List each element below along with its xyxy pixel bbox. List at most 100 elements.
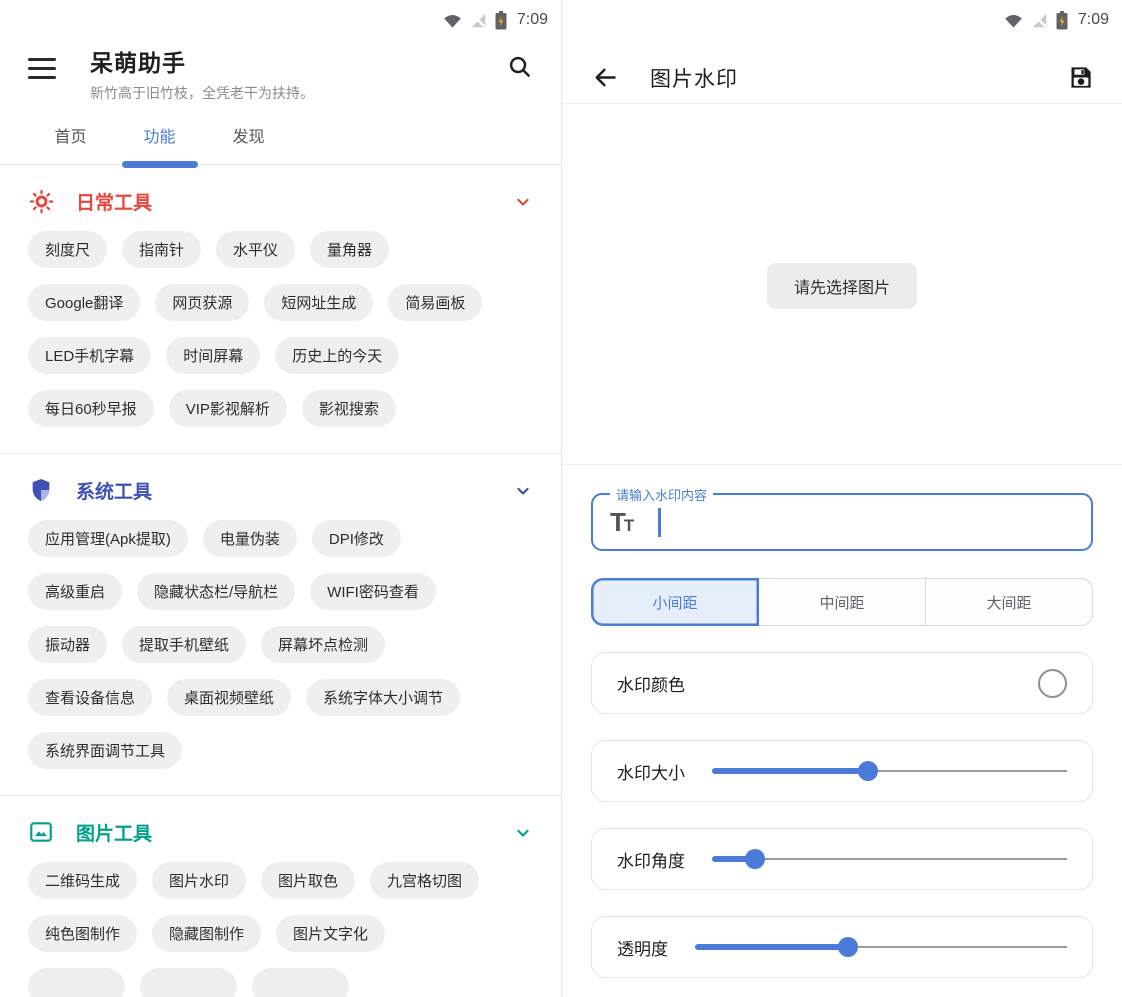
tool-chip[interactable]: 系统界面调节工具 [28,732,182,769]
spacing-option[interactable]: 中间距 [759,578,926,626]
tool-chip[interactable]: 水平仪 [216,231,295,268]
assistant-home-screen: 7:09 呆萌助手 新竹高于旧竹枝，全凭老干为扶持。 首页功能发现 日常工具刻度… [0,0,561,997]
tool-chip[interactable]: VIP影视解析 [169,390,287,427]
select-image-button[interactable]: 请先选择图片 [767,263,917,309]
section-title: 日常工具 [76,188,152,215]
tool-chip[interactable]: 简易画板 [388,284,482,321]
image-icon [28,819,55,846]
tool-chip[interactable] [252,968,349,997]
battery-charging-icon [1056,11,1068,30]
setting-label: 水印大小 [617,759,685,784]
tool-chip[interactable]: 系统字体大小调节 [306,679,460,716]
section-header: 图片工具 [28,819,533,846]
tool-chip[interactable] [140,968,237,997]
slider[interactable] [712,849,1067,869]
tool-chip[interactable]: 隐藏图制作 [152,915,261,952]
tool-chip[interactable]: 纯色图制作 [28,915,137,952]
slider-thumb[interactable] [858,761,878,781]
setting-card: 透明度 [591,916,1093,978]
tool-chip[interactable]: 电量伪装 [203,520,297,557]
section-header: 系统工具 [28,477,533,504]
app-subtitle: 新竹高于旧竹枝，全凭老干为扶持。 [90,83,507,103]
tool-chip[interactable]: 图片文字化 [276,915,385,952]
setting-card: 水印角度 [591,828,1093,890]
select-image-area: 请先选择图片 [562,263,1122,309]
tool-chip[interactable]: WIFI密码查看 [310,573,436,610]
section-divider [0,453,561,454]
slider-thumb[interactable] [838,937,858,957]
shield-icon [28,477,55,504]
tool-chip[interactable]: 量角器 [310,231,389,268]
setting-card: 水印颜色 [591,652,1093,714]
tab-bar: 首页功能发现 [0,113,561,164]
tab-item[interactable]: 首页 [26,113,115,164]
app-header: 呆萌助手 新竹高于旧竹枝，全凭老干为扶持。 [0,40,561,103]
tab-active[interactable]: 功能 [115,113,204,164]
tab-item[interactable]: 发现 [204,113,293,164]
chevron-down-icon[interactable] [513,192,533,212]
color-picker-circle[interactable] [1038,669,1067,698]
tool-chip[interactable]: 短网址生成 [264,284,373,321]
tool-chip[interactable]: 图片水印 [152,862,246,899]
tool-chip[interactable]: 桌面视频壁纸 [167,679,291,716]
wifi-icon [1004,12,1023,29]
tool-chip[interactable]: 网页获源 [155,284,249,321]
save-icon[interactable] [1067,64,1094,91]
tool-chip[interactable]: 图片取色 [261,862,355,899]
tab-divider [0,164,561,165]
section-title: 图片工具 [76,819,152,846]
slider-thumb[interactable] [745,849,765,869]
setting-label: 水印角度 [617,847,685,872]
wifi-icon [443,12,462,29]
slider-fill [695,944,848,950]
tool-chip[interactable] [28,968,125,997]
app-title: 呆萌助手 [90,44,507,78]
watermark-settings: 水印颜色水印大小水印角度透明度 [562,652,1122,978]
chip-row: 系统界面调节工具 [28,732,533,769]
tool-chip[interactable]: 指南针 [122,231,201,268]
chevron-down-icon[interactable] [513,823,533,843]
tool-chip[interactable]: 每日60秒早报 [28,390,154,427]
page-title: 图片水印 [650,63,738,93]
tool-chip[interactable]: Google翻译 [28,284,140,321]
tool-chip[interactable]: 屏幕坏点检测 [261,626,385,663]
section-header: 日常工具 [28,188,533,215]
input-floating-label: 请输入水印内容 [610,485,713,504]
tool-chip[interactable]: 提取手机壁纸 [122,626,246,663]
chip-row: 每日60秒早报 VIP影视解析影视搜索 [28,390,533,427]
spacing-option[interactable]: 大间距 [926,578,1093,626]
tool-chip[interactable]: 影视搜索 [302,390,396,427]
tool-chip[interactable]: 应用管理(Apk提取) [28,520,188,557]
chip-row: 二维码生成图片水印图片取色九宫格切图 [28,862,533,899]
slider-track[interactable] [712,858,1067,860]
tool-chip[interactable]: DPI修改 [312,520,401,557]
watermark-text-input[interactable]: 请输入水印内容 TT [591,493,1093,551]
setting-label: 水印颜色 [617,671,685,696]
chip-row: 查看设备信息桌面视频壁纸系统字体大小调节 [28,679,533,716]
tool-chip[interactable]: 隐藏状态栏/导航栏 [137,573,295,610]
tool-chip[interactable]: 高级重启 [28,573,122,610]
back-icon[interactable] [592,64,619,91]
slider[interactable] [712,761,1067,781]
menu-icon[interactable] [28,58,56,79]
tool-chip[interactable]: 二维码生成 [28,862,137,899]
setting-card: 水印大小 [591,740,1093,802]
tool-chip[interactable]: 查看设备信息 [28,679,152,716]
tool-chip[interactable]: 历史上的今天 [275,337,399,374]
slider[interactable] [695,937,1067,957]
tool-chip[interactable]: 九宫格切图 [370,862,479,899]
tool-chip[interactable]: 振动器 [28,626,107,663]
search-icon[interactable] [507,54,533,85]
tool-sections: 日常工具刻度尺指南针水平仪量角器 Google翻译网页获源短网址生成简易画板 LED… [0,188,561,997]
spacing-option[interactable]: 小间距 [591,578,759,626]
chip-row: 应用管理(Apk提取) 电量伪装 DPI修改 [28,520,533,557]
tool-chip[interactable]: 时间屏幕 [166,337,260,374]
tool-chip[interactable]: LED手机字幕 [28,337,151,374]
chevron-down-icon[interactable] [513,481,533,501]
chip-row: Google翻译网页获源短网址生成简易画板 [28,284,533,321]
setting-label: 透明度 [617,935,668,960]
tool-chip[interactable]: 刻度尺 [28,231,107,268]
section-divider [562,464,1122,465]
status-bar: 7:09 [0,0,561,40]
chip-row: 刻度尺指南针水平仪量角器 [28,231,533,268]
